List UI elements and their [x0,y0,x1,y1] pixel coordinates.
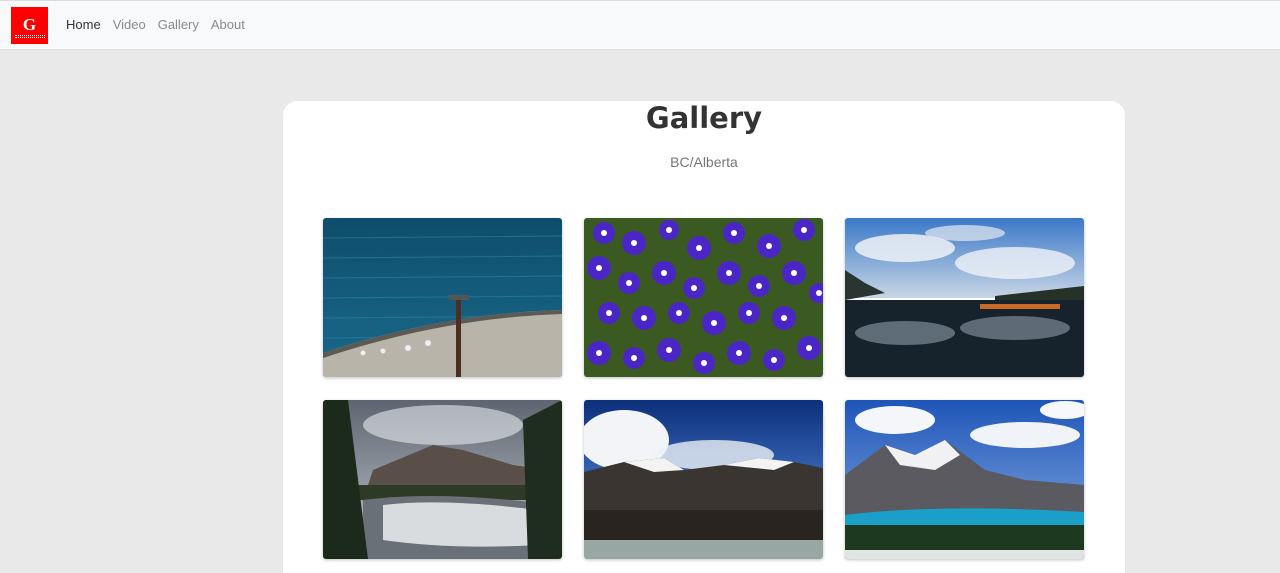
page-subtitle: BC/Alberta [670,154,738,170]
turquoise-lake-photo[interactable] [845,400,1084,559]
lake-pier-photo[interactable] [323,218,562,377]
gallery-card: Gallery BC/Alberta [283,101,1125,573]
nav-links: Home Video Gallery About [66,17,257,33]
lake-reflection-photo[interactable] [845,218,1084,377]
logo-letter: G [22,14,37,34]
nav-link-about[interactable]: About [211,17,245,33]
purple-flowers-photo[interactable] [584,218,823,377]
logo-decoration [14,34,45,38]
nav-link-video[interactable]: Video [113,17,146,33]
navbar: G Home Video Gallery About [0,0,1280,50]
nav-link-home[interactable]: Home [66,17,101,33]
snowy-mountains-photo[interactable] [584,400,823,559]
waterfall-photo[interactable] [323,400,562,559]
brand-logo[interactable]: G [11,7,48,44]
page-title: Gallery [645,101,763,135]
nav-link-gallery[interactable]: Gallery [158,17,199,33]
